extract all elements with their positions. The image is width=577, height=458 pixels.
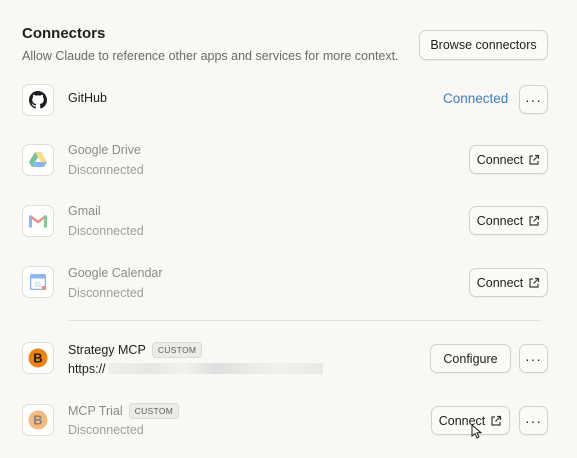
more-options-button[interactable]: ···: [519, 85, 548, 114]
google-drive-icon: [22, 144, 54, 176]
browse-connectors-button[interactable]: Browse connectors: [419, 30, 548, 60]
google-calendar-icon: 31: [22, 266, 54, 298]
gmail-icon: [22, 205, 54, 237]
page-subtitle: Allow Claude to reference other apps and…: [22, 49, 399, 63]
connector-status: Disconnected: [68, 224, 144, 238]
external-link-icon: [528, 154, 540, 166]
connector-name: Google Calendar: [68, 266, 163, 280]
redacted-url: [108, 363, 323, 374]
connector-url: https://: [68, 362, 106, 376]
connector-name: Strategy MCP: [68, 343, 146, 357]
external-link-icon: [528, 215, 540, 227]
external-link-icon: [490, 415, 502, 427]
more-icon: ···: [525, 91, 542, 108]
more-options-button[interactable]: ···: [519, 406, 548, 435]
section-divider: [68, 320, 541, 321]
connector-name-line: MCP Trial CUSTOM: [68, 403, 180, 419]
connector-name: Gmail: [68, 204, 101, 218]
external-link-icon: [528, 277, 540, 289]
bitcoin-icon: B: [22, 342, 54, 374]
custom-badge: CUSTOM: [128, 403, 180, 419]
github-icon: [22, 84, 54, 116]
connect-button[interactable]: Connect: [469, 206, 548, 235]
connect-label: Connect: [476, 213, 524, 228]
connect-label: Connect: [476, 275, 524, 290]
connect-button[interactable]: Connect: [469, 145, 548, 174]
connected-status: Connected: [443, 91, 509, 106]
more-options-button[interactable]: ···: [519, 344, 548, 373]
connector-status: Disconnected: [68, 286, 144, 300]
connector-name: GitHub: [68, 91, 107, 105]
connector-name-line: Strategy MCP CUSTOM: [68, 342, 203, 358]
configure-button[interactable]: Configure: [430, 344, 511, 373]
svg-text:B: B: [33, 413, 42, 428]
custom-badge: CUSTOM: [151, 342, 203, 358]
connect-label: Connect: [476, 152, 524, 167]
connector-status: Disconnected: [68, 163, 144, 177]
connect-button[interactable]: Connect: [469, 268, 548, 297]
more-icon: ···: [525, 412, 542, 429]
connector-status: Disconnected: [68, 423, 144, 437]
more-icon: ···: [525, 350, 542, 367]
page-title: Connectors: [22, 25, 106, 42]
connector-name: MCP Trial: [68, 404, 123, 418]
bitcoin-icon: B: [22, 404, 54, 436]
mouse-cursor-icon: [471, 423, 483, 444]
connector-name: Google Drive: [68, 143, 141, 157]
svg-text:B: B: [33, 351, 42, 366]
svg-text:31: 31: [34, 282, 42, 289]
